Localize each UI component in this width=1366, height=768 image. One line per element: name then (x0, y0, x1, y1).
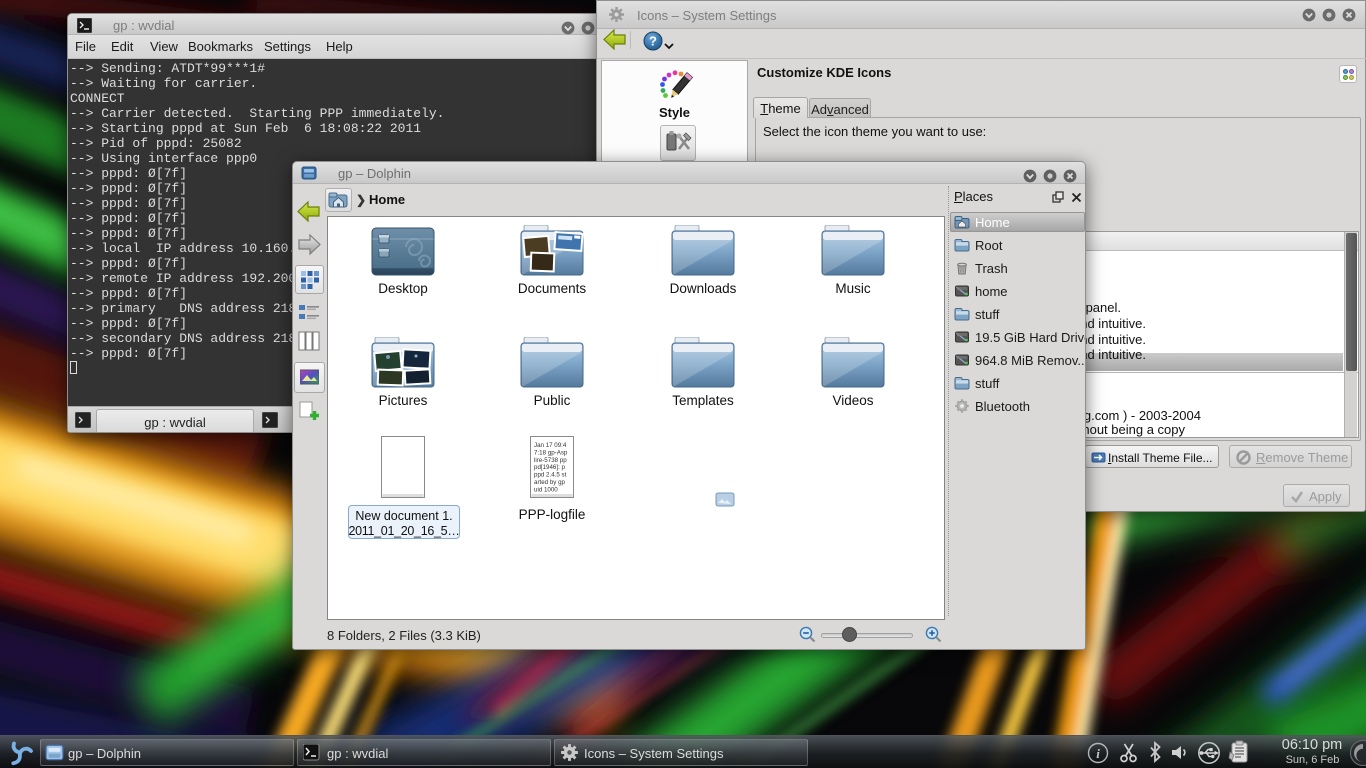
svg-text:lire-5738 pp: lire-5738 pp (534, 457, 567, 464)
svg-text:uid 1000: uid 1000 (534, 486, 558, 493)
svg-text:arted by gp: arted by gp (534, 479, 566, 486)
svg-text:7:18 gp-Asp: 7:18 gp-Asp (534, 449, 568, 456)
svg-text:pd[1946]: p: pd[1946]: p (534, 464, 566, 471)
svg-text:Jan 17 09:4: Jan 17 09:4 (534, 442, 567, 449)
svg-text:ppd 2.4.5 st: ppd 2.4.5 st (534, 472, 567, 479)
svg-text:i: i (1096, 746, 1100, 761)
svg-text:?: ? (649, 34, 657, 49)
